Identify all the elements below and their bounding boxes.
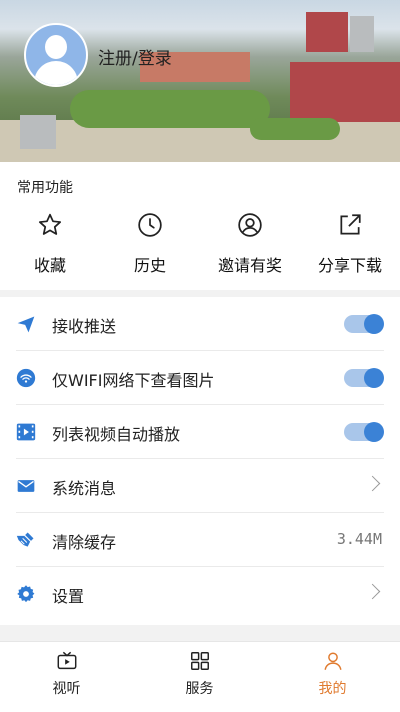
section-title: 常用功能 — [17, 180, 73, 196]
setting-label: 设置 — [52, 587, 85, 606]
share-download-button[interactable]: 分享下载 — [300, 212, 400, 276]
share-download-label: 分享下载 — [317, 256, 382, 275]
favorites-label: 收藏 — [33, 256, 66, 275]
setting-row-settings[interactable]: 设置 — [0, 567, 400, 621]
setting-label: 列表视频自动播放 — [52, 425, 181, 444]
send-icon — [17, 316, 35, 333]
campus-building — [290, 62, 400, 122]
clock-icon — [138, 213, 162, 237]
campus-tower — [306, 12, 348, 52]
person-icon — [323, 652, 342, 670]
history-label: 历史 — [133, 256, 166, 275]
avatar-head — [45, 35, 67, 59]
tab-media[interactable]: 视听 — [0, 650, 133, 698]
user-circle-icon — [238, 213, 262, 237]
campus-tower — [350, 16, 374, 52]
avatar[interactable] — [24, 23, 88, 87]
broom-icon — [16, 532, 34, 547]
mail-icon — [17, 480, 35, 492]
setting-row-clear-cache[interactable]: 清除缓存 3.44M — [0, 513, 400, 567]
avatar-body — [34, 61, 78, 85]
video-icon — [16, 423, 36, 441]
toggle-knob — [364, 314, 384, 334]
setting-row-system-messages[interactable]: 系统消息 — [0, 459, 400, 513]
setting-label: 清除缓存 — [52, 533, 117, 552]
star-icon — [38, 213, 62, 235]
tab-label: 我的 — [318, 681, 347, 697]
setting-label: 系统消息 — [52, 479, 117, 498]
chevron-right-icon — [364, 475, 381, 492]
toggle-knob — [364, 368, 384, 388]
invite-label: 邀请有奖 — [217, 256, 282, 275]
settings-list: 接收推送 仅WIFI网络下查看图片 列表视频自动播放 系统消息 清除缓存 3.4… — [0, 297, 400, 625]
tab-label: 视听 — [52, 681, 81, 697]
bottom-nav: 视听 服务 我的 — [0, 641, 400, 712]
setting-row-wifi-images[interactable]: 仅WIFI网络下查看图片 — [0, 351, 400, 405]
cache-size-value: 3.44M — [336, 530, 382, 548]
profile-header: 注册/登录 — [0, 0, 400, 162]
campus-gate — [20, 115, 56, 149]
tab-label: 服务 — [185, 681, 214, 697]
chevron-right-icon — [364, 583, 381, 600]
share-icon — [340, 214, 361, 235]
setting-row-push[interactable]: 接收推送 — [0, 297, 400, 351]
setting-label: 仅WIFI网络下查看图片 — [52, 371, 215, 390]
invite-button[interactable]: 邀请有奖 — [200, 212, 300, 276]
setting-row-autoplay[interactable]: 列表视频自动播放 — [0, 405, 400, 459]
favorites-button[interactable]: 收藏 — [0, 212, 100, 276]
wifi-images-toggle[interactable] — [344, 368, 384, 388]
history-button[interactable]: 历史 — [100, 212, 200, 276]
campus-lawn — [70, 90, 270, 128]
tab-me[interactable]: 我的 — [266, 650, 399, 698]
autoplay-toggle[interactable] — [344, 422, 384, 442]
tv-icon — [57, 651, 76, 670]
push-toggle[interactable] — [344, 314, 384, 334]
grid-icon — [190, 652, 209, 670]
campus-lawn — [250, 118, 340, 140]
login-link[interactable]: 注册/登录 — [98, 44, 172, 69]
toggle-knob — [364, 422, 384, 442]
gear-icon — [17, 585, 35, 603]
common-functions-panel: 常用功能 收藏 历史 邀请有奖 分享下载 — [0, 162, 400, 290]
tab-services[interactable]: 服务 — [133, 650, 266, 698]
setting-label: 接收推送 — [52, 317, 117, 336]
wifi-icon — [16, 368, 36, 388]
